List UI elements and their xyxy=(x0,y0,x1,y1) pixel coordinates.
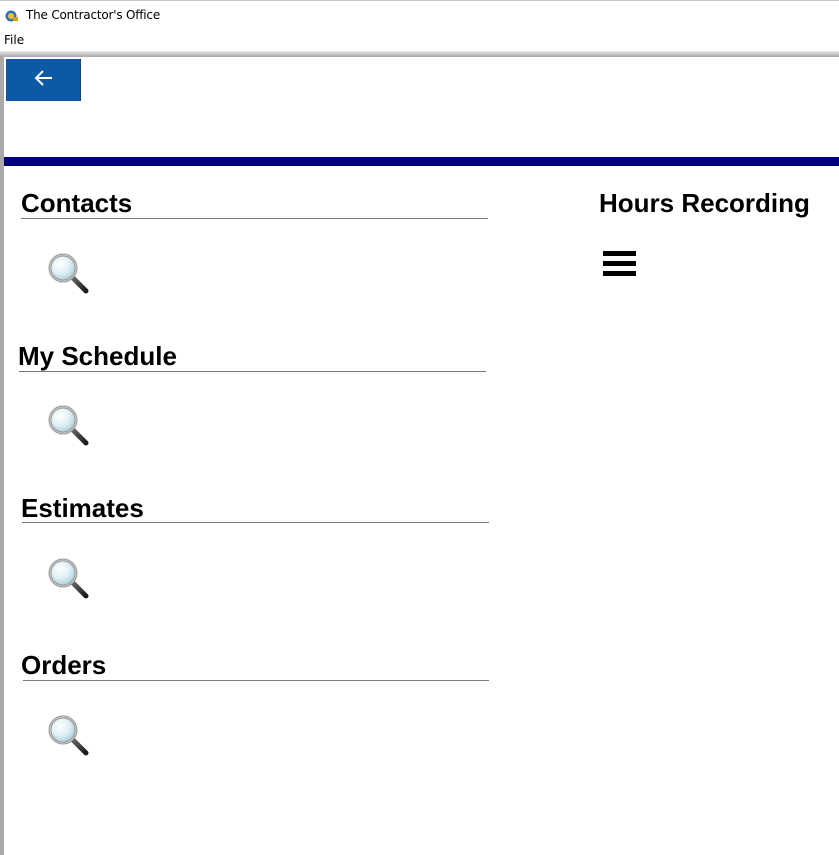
window-frame-top xyxy=(0,51,839,57)
back-button[interactable] xyxy=(6,59,81,101)
section-rule-estimates xyxy=(22,522,489,523)
section-rule-my-schedule xyxy=(19,371,486,372)
search-icon[interactable] xyxy=(46,713,92,759)
search-icon[interactable] xyxy=(46,403,92,449)
section-title-hours-recording: Hours Recording xyxy=(599,188,810,218)
title-bar: The Contractor's Office xyxy=(0,0,839,31)
section-rule-contacts xyxy=(21,218,488,219)
menu-icon[interactable] xyxy=(601,249,637,279)
search-icon[interactable] xyxy=(46,556,92,602)
app-logo-icon xyxy=(5,10,18,22)
menu-item-file[interactable]: File xyxy=(4,33,24,47)
window-title: The Contractor's Office xyxy=(26,8,161,22)
window-frame-left xyxy=(0,57,4,855)
section-title-contacts: Contacts xyxy=(21,188,133,218)
section-title-orders: Orders xyxy=(21,650,107,680)
search-icon[interactable] xyxy=(46,251,92,297)
menu-bar: File xyxy=(0,31,839,50)
section-title-estimates: Estimates xyxy=(21,493,144,523)
arrow-left-icon xyxy=(34,70,52,86)
section-title-my-schedule: My Schedule xyxy=(18,341,177,371)
header-divider xyxy=(4,157,839,166)
section-rule-orders xyxy=(23,680,489,681)
